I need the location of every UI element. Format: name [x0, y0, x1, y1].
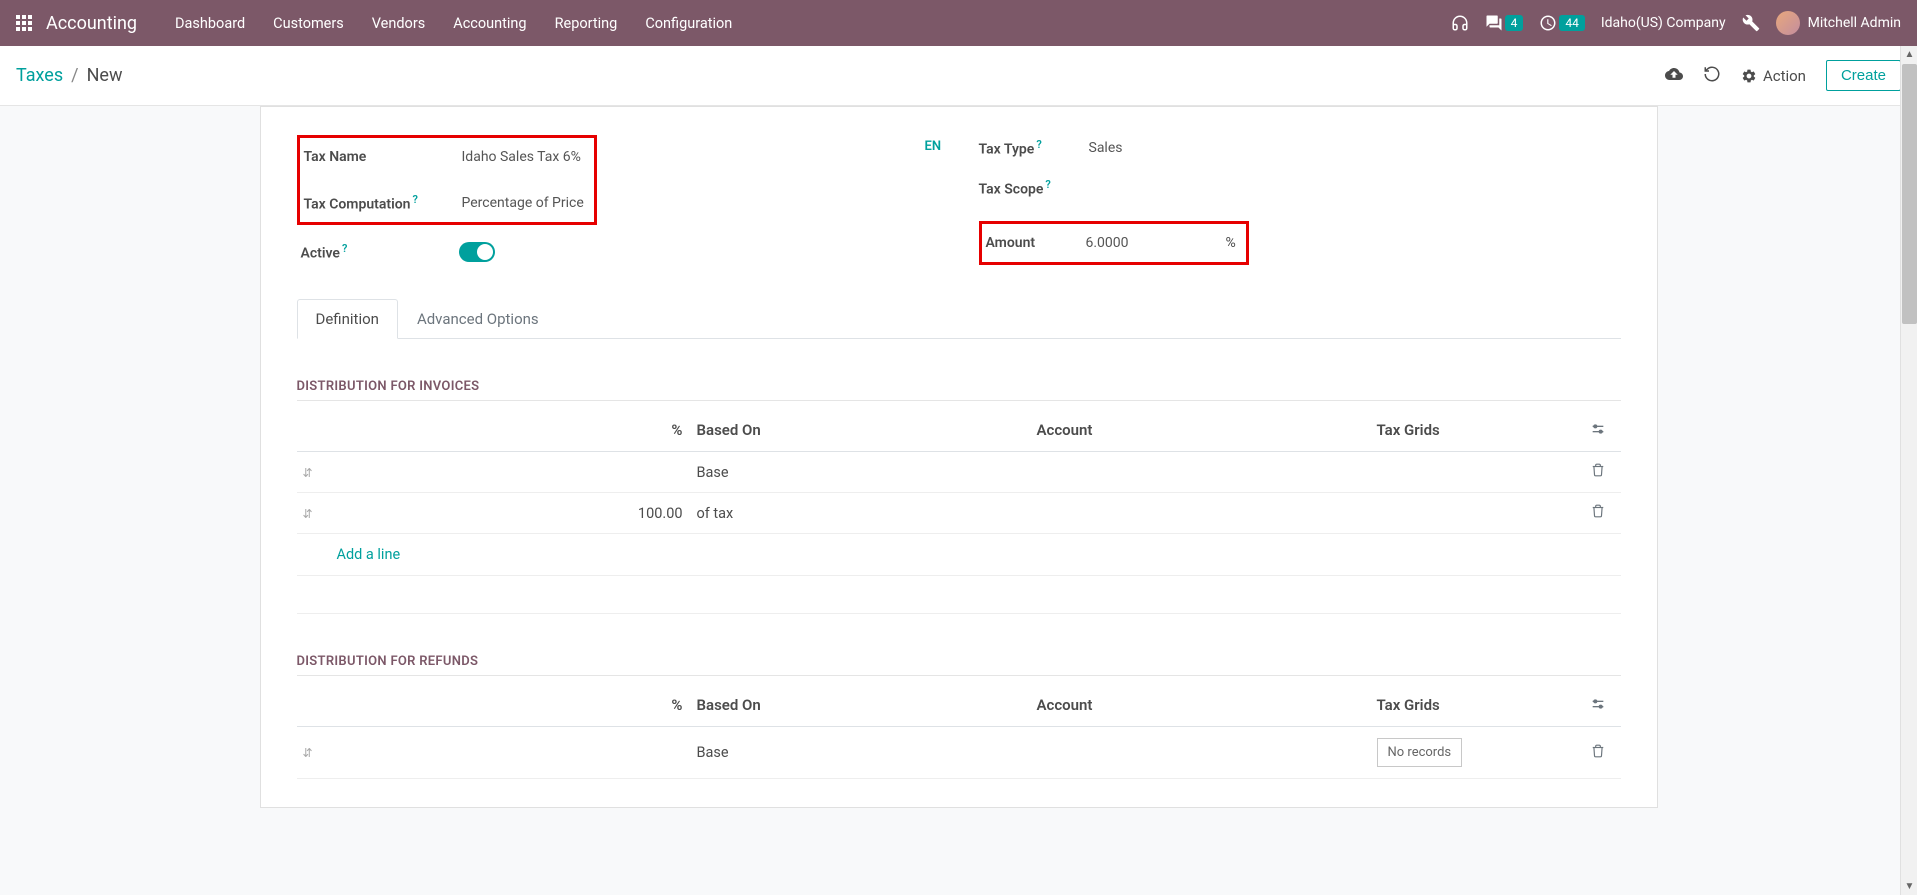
amount-input[interactable]: 6.0000: [1086, 235, 1216, 251]
help-icon[interactable]: ?: [1045, 178, 1050, 191]
drag-handle-icon[interactable]: ⇵: [297, 746, 313, 760]
tab-definition[interactable]: Definition: [297, 299, 398, 339]
discard-icon[interactable]: [1703, 65, 1721, 87]
cell-based-on[interactable]: Base: [697, 744, 1037, 761]
activities-badge: 44: [1559, 15, 1585, 31]
section-refunds: DISTRIBUTION FOR REFUNDS: [297, 654, 1621, 676]
breadcrumb-current: New: [87, 65, 123, 86]
trash-icon[interactable]: [1591, 745, 1605, 762]
scrollbar-thumb[interactable]: [1902, 64, 1917, 324]
add-line-button[interactable]: Add a line: [297, 534, 1621, 576]
company-selector[interactable]: Idaho(US) Company: [1601, 15, 1726, 31]
app-name[interactable]: Accounting: [46, 13, 137, 34]
gear-icon: [1741, 68, 1757, 84]
tax-scope-label: Tax Scope?: [979, 178, 1089, 198]
scroll-up-icon[interactable]: ▲: [1901, 46, 1917, 63]
blank-row: [297, 576, 1621, 614]
help-icon[interactable]: ?: [342, 242, 347, 255]
active-toggle[interactable]: [459, 242, 495, 262]
messages-badge: 4: [1505, 15, 1524, 31]
tax-type-label: Tax Type?: [979, 138, 1089, 158]
help-icon[interactable]: ?: [1036, 138, 1041, 151]
activities-icon[interactable]: 44: [1539, 14, 1585, 32]
help-icon[interactable]: ?: [412, 193, 417, 206]
col-tax-grids[interactable]: Tax Grids: [1377, 421, 1575, 441]
tax-type-select[interactable]: Sales: [1089, 140, 1621, 156]
nav-menu: Dashboard Customers Vendors Accounting R…: [161, 15, 746, 32]
scrollbar[interactable]: ▲ ▼: [1900, 46, 1917, 895]
amount-label: Amount: [986, 235, 1086, 251]
control-panel: Taxes / New Action Create: [0, 46, 1917, 106]
col-based-on[interactable]: Based On: [697, 421, 1037, 441]
tax-name-label: Tax Name: [304, 149, 462, 165]
breadcrumb-sep: /: [71, 65, 78, 86]
cloud-icon[interactable]: [1665, 65, 1683, 87]
support-icon[interactable]: [1451, 14, 1469, 32]
user-menu[interactable]: Mitchell Admin: [1776, 11, 1901, 35]
table-row[interactable]: ⇵ 100.00 of tax: [297, 493, 1621, 534]
sliders-icon[interactable]: [1590, 698, 1606, 716]
amount-unit: %: [1226, 235, 1236, 251]
tax-computation-select[interactable]: Percentage of Price: [462, 195, 584, 211]
nav-reporting[interactable]: Reporting: [541, 15, 632, 32]
col-account[interactable]: Account: [1037, 421, 1377, 441]
nav-accounting[interactable]: Accounting: [439, 15, 540, 32]
invoices-table: % Based On Account Tax Grids ⇵ Base ⇵ 10…: [297, 411, 1621, 614]
tab-advanced[interactable]: Advanced Options: [398, 299, 558, 339]
col-account[interactable]: Account: [1037, 696, 1377, 716]
nav-vendors[interactable]: Vendors: [358, 15, 439, 32]
no-records-tooltip: No records: [1377, 738, 1463, 767]
top-nav: Accounting Dashboard Customers Vendors A…: [0, 0, 1917, 46]
scroll-down-icon[interactable]: ▼: [1901, 878, 1917, 895]
create-button[interactable]: Create: [1826, 60, 1901, 91]
nav-configuration[interactable]: Configuration: [631, 15, 746, 32]
breadcrumb: Taxes / New: [16, 65, 123, 86]
tabs: Definition Advanced Options: [297, 299, 1621, 339]
nav-dashboard[interactable]: Dashboard: [161, 15, 259, 32]
cell-pct[interactable]: 100.00: [327, 505, 697, 522]
tax-name-input[interactable]: Idaho Sales Tax 6%: [462, 149, 584, 165]
col-tax-grids[interactable]: Tax Grids: [1377, 696, 1575, 716]
messages-icon[interactable]: 4: [1485, 14, 1524, 32]
drag-handle-icon[interactable]: ⇵: [297, 466, 313, 480]
nav-customers[interactable]: Customers: [259, 15, 358, 32]
trash-icon[interactable]: [1591, 505, 1605, 522]
col-pct[interactable]: %: [327, 421, 697, 441]
drag-handle-icon[interactable]: ⇵: [297, 507, 313, 521]
col-based-on[interactable]: Based On: [697, 696, 1037, 716]
table-row[interactable]: ⇵ Base No records: [297, 727, 1621, 779]
breadcrumb-root[interactable]: Taxes: [16, 65, 63, 86]
cell-tax-grids[interactable]: No records: [1377, 738, 1575, 767]
section-invoices: DISTRIBUTION FOR INVOICES: [297, 379, 1621, 401]
active-label: Active?: [301, 242, 459, 262]
table-row[interactable]: ⇵ Base: [297, 452, 1621, 493]
cell-based-on[interactable]: of tax: [697, 505, 1037, 522]
avatar: [1776, 11, 1800, 35]
user-name: Mitchell Admin: [1808, 15, 1901, 31]
language-button[interactable]: EN: [925, 139, 962, 154]
action-label: Action: [1763, 67, 1806, 85]
tax-computation-label: Tax Computation?: [304, 193, 462, 213]
refunds-table: % Based On Account Tax Grids ⇵ Base No r…: [297, 686, 1621, 779]
trash-icon[interactable]: [1591, 464, 1605, 481]
col-pct[interactable]: %: [327, 696, 697, 716]
action-button[interactable]: Action: [1741, 67, 1806, 85]
cell-based-on[interactable]: Base: [697, 464, 1037, 481]
apps-icon[interactable]: [16, 15, 32, 31]
form-sheet: Tax Name Idaho Sales Tax 6% Tax Computat…: [260, 106, 1658, 808]
debug-icon[interactable]: [1742, 14, 1760, 32]
sliders-icon[interactable]: [1590, 423, 1606, 441]
